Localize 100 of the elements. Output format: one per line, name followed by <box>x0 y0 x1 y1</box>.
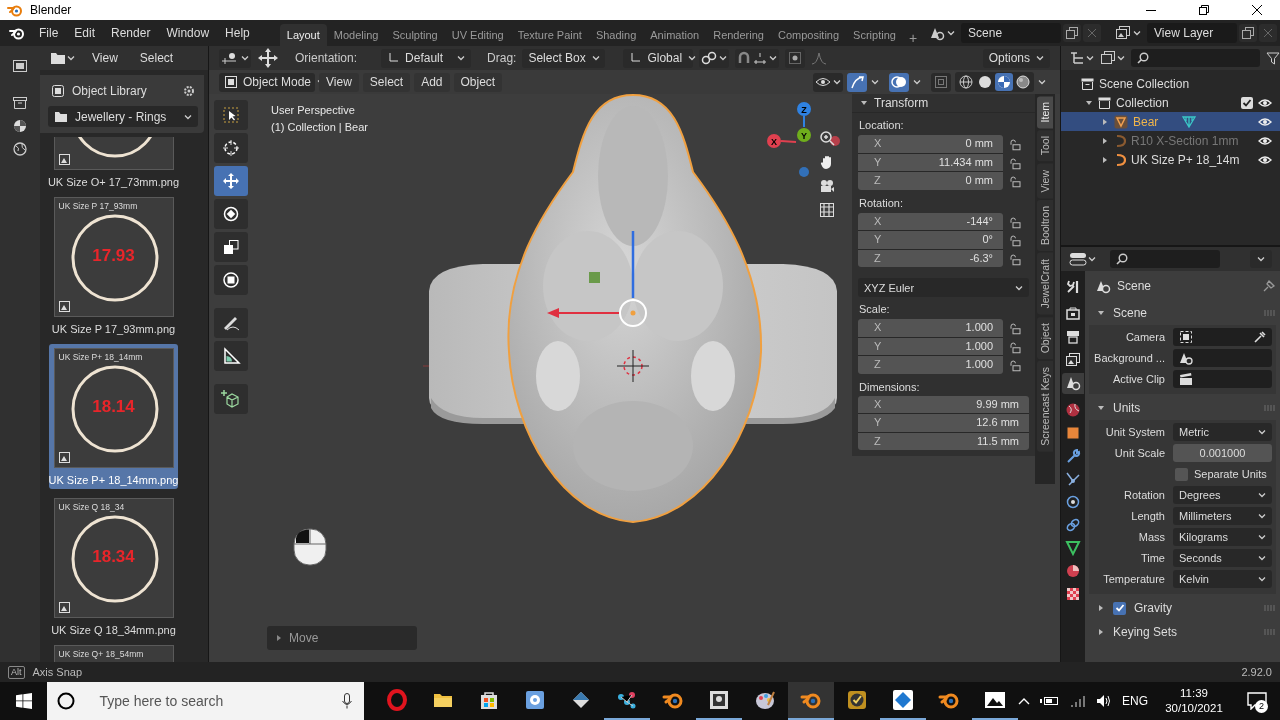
outliner-row[interactable]: UK Size P+ 18_14m <box>1061 150 1280 169</box>
last-operator-panel[interactable]: Move <box>267 626 417 650</box>
outliner-item[interactable]: UK Size P+ 18_14m <box>1131 152 1240 167</box>
asset-label: UK Size O+ 17_73mm.png <box>47 176 180 188</box>
asset-item[interactable]: UK Size Q 18_34 18.34 UK Size Q 18_34mm.png <box>49 498 178 636</box>
dropdown[interactable]: Kilograms <box>1173 528 1272 546</box>
clock[interactable]: 11:39 30/10/2021 <box>1158 686 1230 716</box>
number-field[interactable]: Z -6.3° <box>858 249 1003 267</box>
menu-item[interactable]: Edit <box>66 23 104 43</box>
workspace-tab[interactable]: Scripting <box>846 24 903 46</box>
number-field[interactable]: Y 0° <box>858 231 1003 249</box>
menu-item[interactable]: Add <box>414 72 450 92</box>
sidebar-tab[interactable]: Object <box>1037 317 1053 360</box>
asset-item[interactable]: UK Size P 17_93mm 17.93 UK Size P 17_93mm.png <box>49 197 178 335</box>
language-indicator[interactable]: ENG <box>1122 694 1148 708</box>
panel-title: Transform <box>874 96 929 110</box>
window-title: Blender <box>30 3 73 17</box>
workspace-tab[interactable]: Texture Paint <box>510 24 589 46</box>
number-field[interactable]: X -144° <box>858 212 1003 230</box>
field-label: Length <box>1130 510 1165 522</box>
size-number: 18.34 <box>91 547 136 567</box>
group-label: Rotation: <box>858 195 905 211</box>
sidebar-tab[interactable]: View <box>1037 163 1053 199</box>
workspace-tab[interactable]: Sculpting <box>385 24 445 46</box>
view-layer-field[interactable]: View Layer <box>1147 23 1238 43</box>
thumbnail-caption: UK Size P+ 18_14mm <box>58 352 143 362</box>
sidebar-tab[interactable]: Item <box>1037 96 1053 129</box>
outliner-item[interactable]: Scene Collection <box>1099 76 1272 91</box>
sidebar-tab[interactable]: JewelCraft <box>1037 253 1053 315</box>
context-label: Scene <box>1117 279 1153 293</box>
thumbnail-caption: UK Size Q 18_34 <box>58 502 125 512</box>
taskbar-search-bar[interactable]: Type here to search <box>47 682 364 720</box>
dropdown[interactable]: Metric <box>1173 423 1272 441</box>
asset-item[interactable]: UK Size Q+ 18_54mm <box>49 645 178 662</box>
drag-dropdown[interactable]: Select Box <box>522 48 606 68</box>
library-selector[interactable]: Object Library <box>48 84 174 98</box>
number-field[interactable]: 0.001000 <box>1173 444 1272 462</box>
workspace-tab[interactable]: Layout <box>279 24 327 46</box>
panel-title[interactable]: Gravity <box>1134 601 1256 615</box>
notifications-button[interactable]: 2 <box>1240 682 1274 720</box>
outliner-row[interactable]: Bear <box>1061 112 1280 131</box>
options-dropdown[interactable]: Options <box>982 48 1050 68</box>
number-field[interactable]: X 1.000 <box>858 319 1003 337</box>
menu-item[interactable]: View <box>81 51 129 65</box>
group-label: Dimensions: <box>858 379 921 395</box>
menu-item[interactable]: Window <box>158 23 218 43</box>
workspace-tab[interactable]: Compositing <box>770 24 847 46</box>
sidebar-tab[interactable]: Booltron <box>1037 200 1053 252</box>
panel-title[interactable]: Units <box>1113 401 1256 415</box>
asset-label: UK Size P 17_93mm.png <box>51 323 176 335</box>
field-label: Orientation: <box>295 51 358 65</box>
asset-item[interactable]: UK Size O+ 17_73mm.png <box>49 137 178 188</box>
menu-item[interactable]: File <box>31 23 67 43</box>
number-field[interactable]: Z 0 mm <box>858 172 1003 190</box>
dropdown[interactable]: Seconds <box>1173 549 1272 567</box>
number-field[interactable]: X 9.99 mm <box>858 395 1029 413</box>
panel-title[interactable]: Scene <box>1113 306 1256 320</box>
outliner-item[interactable]: Bear <box>1133 114 1159 129</box>
search-input[interactable]: Type here to search <box>97 692 332 710</box>
field-label: Active Clip <box>1112 373 1165 385</box>
workspace-tab[interactable]: UV Editing <box>444 24 511 46</box>
sidebar-tab[interactable]: Tool <box>1037 130 1053 162</box>
category-dropdown[interactable]: Jewellery - Rings <box>48 106 198 127</box>
add-workspace-button[interactable]: + <box>902 30 924 46</box>
asset-item[interactable]: UK Size P+ 18_14mm 18.14 UK Size P+ 18_14mm.png <box>49 344 178 489</box>
number-field[interactable]: Z 11.5 mm <box>858 432 1029 450</box>
number-field[interactable]: Y 11.434 mm <box>858 153 1003 171</box>
outliner-item[interactable]: Collection <box>1116 95 1236 110</box>
panel-title[interactable]: Keying Sets <box>1113 625 1256 639</box>
number-field[interactable]: Z 1.000 <box>858 356 1003 374</box>
workspace-tab[interactable]: Rendering <box>706 24 771 46</box>
transform-orientation-dropdown[interactable]: Global <box>623 48 694 68</box>
thumbnail-caption: UK Size Q+ 18_54mm <box>58 649 144 659</box>
scene-field[interactable]: Scene <box>961 23 1062 43</box>
thumbnail-caption: UK Size P 17_93mm <box>58 201 138 211</box>
sidebar-tab[interactable]: Screencast Keys <box>1037 361 1053 453</box>
workspace-tab[interactable]: Shading <box>588 24 644 46</box>
menu-item[interactable]: Select <box>362 72 411 92</box>
workspace-tab[interactable]: Animation <box>643 24 707 46</box>
checkbox-label[interactable]: Separate Units <box>1194 468 1267 480</box>
field-label: Temperature <box>1102 573 1165 585</box>
menu-item[interactable]: Object <box>453 72 503 92</box>
axis-label: Z <box>801 104 807 115</box>
orientation-dropdown[interactable]: Default <box>381 48 472 68</box>
number-field[interactable]: Y 1.000 <box>858 337 1003 355</box>
menu-item[interactable]: Help <box>217 23 258 43</box>
workspace-tab[interactable]: Modeling <box>326 24 386 46</box>
number-field[interactable]: X 0 mm <box>858 135 1003 153</box>
dropdown[interactable]: Kelvin <box>1173 570 1272 588</box>
menu-item[interactable]: Render <box>103 23 159 43</box>
menu-item[interactable]: Select <box>128 51 185 65</box>
dropdown[interactable]: Degrees <box>1173 486 1272 504</box>
number-field[interactable]: Y 12.6 mm <box>858 414 1029 432</box>
group-label: Scale: <box>858 302 891 317</box>
menu-item[interactable]: View <box>319 72 359 92</box>
rotation-mode-dropdown[interactable]: XYZ Euler <box>858 278 1029 297</box>
dropdown[interactable]: Millimeters <box>1173 507 1272 525</box>
notification-count: 2 <box>1255 700 1268 713</box>
asset-label: UK Size Q 18_34mm.png <box>51 624 176 636</box>
key-hint: Alt <box>8 665 25 679</box>
